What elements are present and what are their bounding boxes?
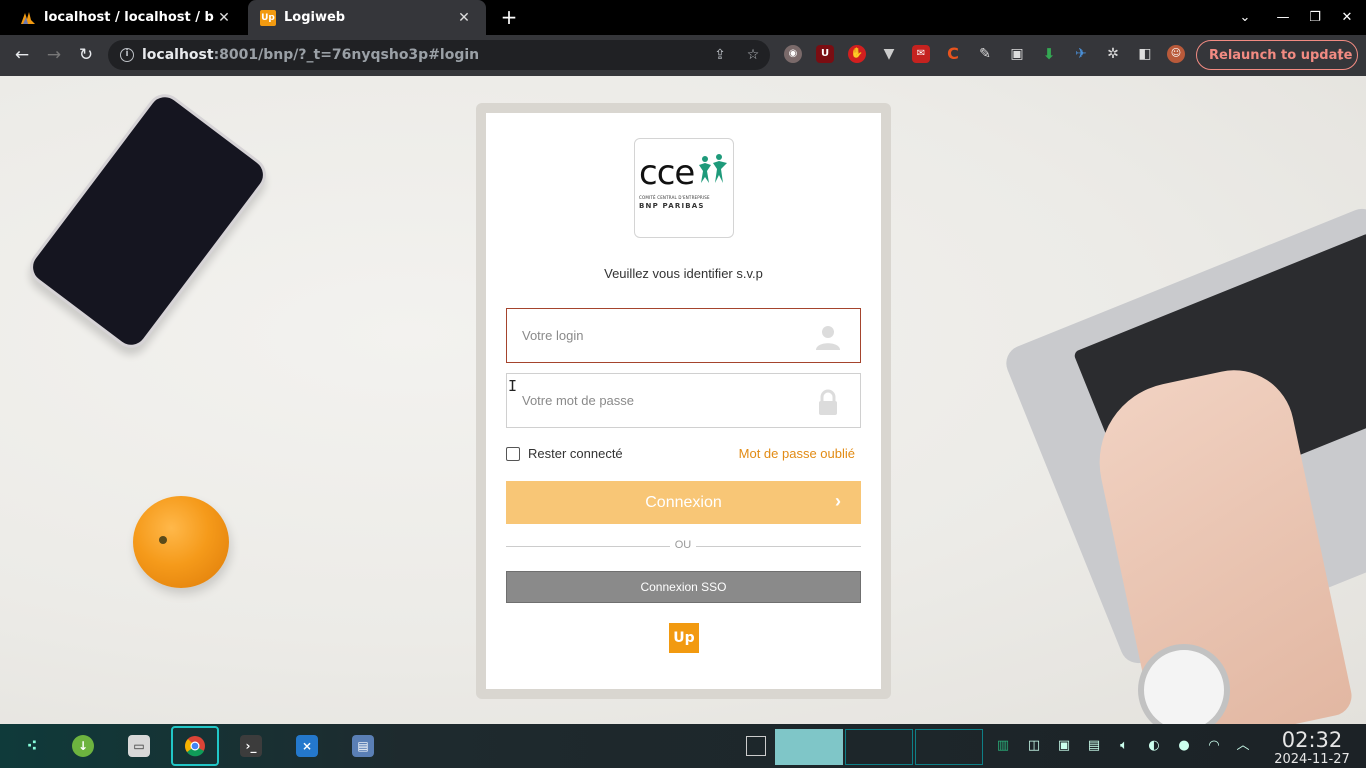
tab-search-icon[interactable]: ⌄ [1229, 0, 1261, 35]
app-launcher-button[interactable]: ⁖ [8, 726, 56, 766]
sso-button[interactable]: Connexion SSO [506, 571, 861, 603]
terminal-icon: ›_ [240, 735, 262, 757]
browser-tab-bar: localhost / localhost / bnp ✕ Up Logiweb… [0, 0, 1366, 35]
login-prompt: Veuillez vous identifier s.v.p [604, 266, 763, 281]
clock-date: 2024-11-27 [1274, 752, 1350, 767]
settings-app-icon: ▤ [352, 735, 374, 757]
cce-bnp-logo: cce COMITÉ CENTRAL D'ENTREPRISE BNP PARI… [634, 138, 734, 238]
connexion-label: Connexion [645, 493, 722, 511]
logo-figures-icon [699, 154, 727, 183]
remember-checkbox[interactable] [506, 446, 520, 461]
show-desktop-icon[interactable] [746, 736, 766, 756]
up-logo: Up [669, 623, 699, 653]
extension-blue-icon[interactable]: ✈ [1072, 45, 1090, 63]
extension-v-icon[interactable]: ▼ [880, 45, 898, 63]
tray-app-icon[interactable]: ▥ [995, 738, 1011, 754]
bookmark-star-icon[interactable]: ☆ [744, 47, 762, 63]
extension-red-icon[interactable]: ✉ [912, 45, 930, 63]
eyedropper-icon[interactable]: ✎ [976, 45, 994, 63]
login-card-frame: cce COMITÉ CENTRAL D'ENTREPRISE BNP PARI… [476, 103, 891, 699]
taskbar-app-chrome[interactable] [171, 726, 219, 766]
download-icon[interactable]: ⬇ [1040, 45, 1058, 63]
login-input[interactable] [522, 328, 802, 343]
clock-time: 02:32 [1281, 728, 1343, 752]
taskbar-app-terminal[interactable]: ›_ [227, 726, 275, 766]
close-tab-icon[interactable]: ✕ [214, 10, 234, 26]
reload-icon[interactable]: ↻ [73, 43, 99, 67]
taskbar-app-updater[interactable]: ↓ [59, 726, 107, 766]
extension-owl-icon[interactable]: ◉ [784, 45, 802, 63]
share-icon[interactable]: ⇪ [711, 47, 729, 63]
picture-in-picture-icon[interactable]: ▣ [1008, 45, 1026, 63]
user-icon [816, 326, 840, 350]
url-host: localhost [142, 47, 214, 63]
browser-toolbar: ← → ↻ i localhost:8001/bnp/?_t=76nyqsho3… [0, 35, 1366, 76]
site-info-icon[interactable]: i [120, 48, 134, 62]
minimize-button[interactable]: — [1267, 0, 1299, 35]
taskbar-app-vscode[interactable]: ⨯ [283, 726, 331, 766]
taskbar: ⁖ ↓ ▭ ›_ ⨯ ▤ ▥ ◫ ▣ ▤ 🔈︎ ◐ ● ◠ ︿ 02:32 20… [0, 724, 1366, 768]
up-icon: Up [260, 9, 276, 26]
tab-title: Logiweb [284, 10, 346, 25]
logo-line1: COMITÉ CENTRAL D'ENTREPRISE [639, 195, 710, 200]
tab-logiweb[interactable]: Up Logiweb ✕ [248, 0, 486, 35]
workspace-1[interactable] [775, 729, 843, 765]
wifi-icon[interactable]: ◠ [1206, 738, 1222, 754]
connexion-button[interactable]: Connexion › [506, 481, 861, 524]
forward-icon[interactable]: → [41, 43, 67, 67]
new-tab-button[interactable]: + [498, 6, 520, 28]
microphone-icon[interactable]: ● [1176, 738, 1192, 754]
login-card: cce COMITÉ CENTRAL D'ENTREPRISE BNP PARI… [486, 113, 881, 689]
remember-me[interactable]: Rester connecté [506, 446, 623, 461]
taskbar-app-settings[interactable]: ▤ [339, 726, 387, 766]
text-cursor-icon: I [508, 377, 518, 395]
logo-line2: BNP PARIBAS [639, 202, 705, 210]
ublock-icon[interactable]: U [816, 45, 834, 63]
close-tab-icon[interactable]: ✕ [454, 10, 474, 26]
background-phone-image [22, 87, 274, 355]
system-clock[interactable]: 02:32 2024-11-27 [1262, 728, 1362, 767]
workspace-3[interactable] [915, 729, 983, 765]
tab-phpmyadmin[interactable]: localhost / localhost / bnp ✕ [8, 0, 246, 35]
menu-dots-icon[interactable]: ⋮ [1333, 47, 1347, 63]
relaunch-button[interactable]: Relaunch to update ⋮ [1196, 40, 1358, 70]
side-panel-icon[interactable]: ◧ [1136, 45, 1154, 63]
address-bar[interactable]: i localhost:8001/bnp/?_t=76nyqsho3p#logi… [108, 40, 770, 70]
night-mode-icon[interactable]: ◐ [1146, 738, 1162, 754]
chevron-right-icon: › [835, 491, 841, 511]
extension-hand-icon[interactable]: ✋ [848, 45, 866, 63]
background-orange-image [133, 496, 229, 588]
close-window-button[interactable]: ✕ [1331, 0, 1363, 35]
relaunch-label: Relaunch to update [1209, 47, 1353, 63]
remember-label: Rester connecté [528, 446, 623, 461]
chevron-up-icon[interactable]: ︿ [1235, 738, 1251, 754]
page-viewport: cce COMITÉ CENTRAL D'ENTREPRISE BNP PARI… [0, 76, 1366, 724]
password-input[interactable] [522, 393, 802, 408]
clipboard-icon[interactable]: ▤ [1086, 738, 1102, 754]
extensions-puzzle-icon[interactable]: ✲ [1104, 45, 1122, 63]
launcher-icon: ⁖ [26, 736, 38, 755]
extension-c-icon[interactable]: C [944, 45, 962, 63]
chrome-icon [185, 736, 205, 757]
vscode-icon: ⨯ [296, 735, 318, 757]
tray-display-icon[interactable]: ▣ [1056, 738, 1072, 754]
back-icon[interactable]: ← [9, 43, 35, 67]
taskbar-app-files[interactable]: ▭ [115, 726, 163, 766]
phpmyadmin-icon [20, 10, 36, 26]
or-label: OU [670, 539, 696, 551]
profile-avatar[interactable]: ☺ [1167, 45, 1185, 63]
tray-windows-icon[interactable]: ◫ [1026, 738, 1042, 754]
lock-icon [819, 389, 837, 415]
password-field[interactable] [506, 373, 861, 428]
login-field[interactable] [506, 308, 861, 363]
maximize-button[interactable]: ❐ [1299, 0, 1331, 35]
updater-icon: ↓ [72, 735, 94, 757]
url-path: :8001/bnp/?_t=76nyqsho3p#login [213, 47, 480, 63]
logo-main-text: cce [639, 153, 695, 193]
volume-icon[interactable]: 🔈︎ [1116, 738, 1132, 754]
workspace-2[interactable] [845, 729, 913, 765]
tab-title: localhost / localhost / bnp [44, 10, 214, 25]
forgot-password-link[interactable]: Mot de passe oublié [739, 446, 855, 461]
folder-icon: ▭ [128, 735, 150, 757]
